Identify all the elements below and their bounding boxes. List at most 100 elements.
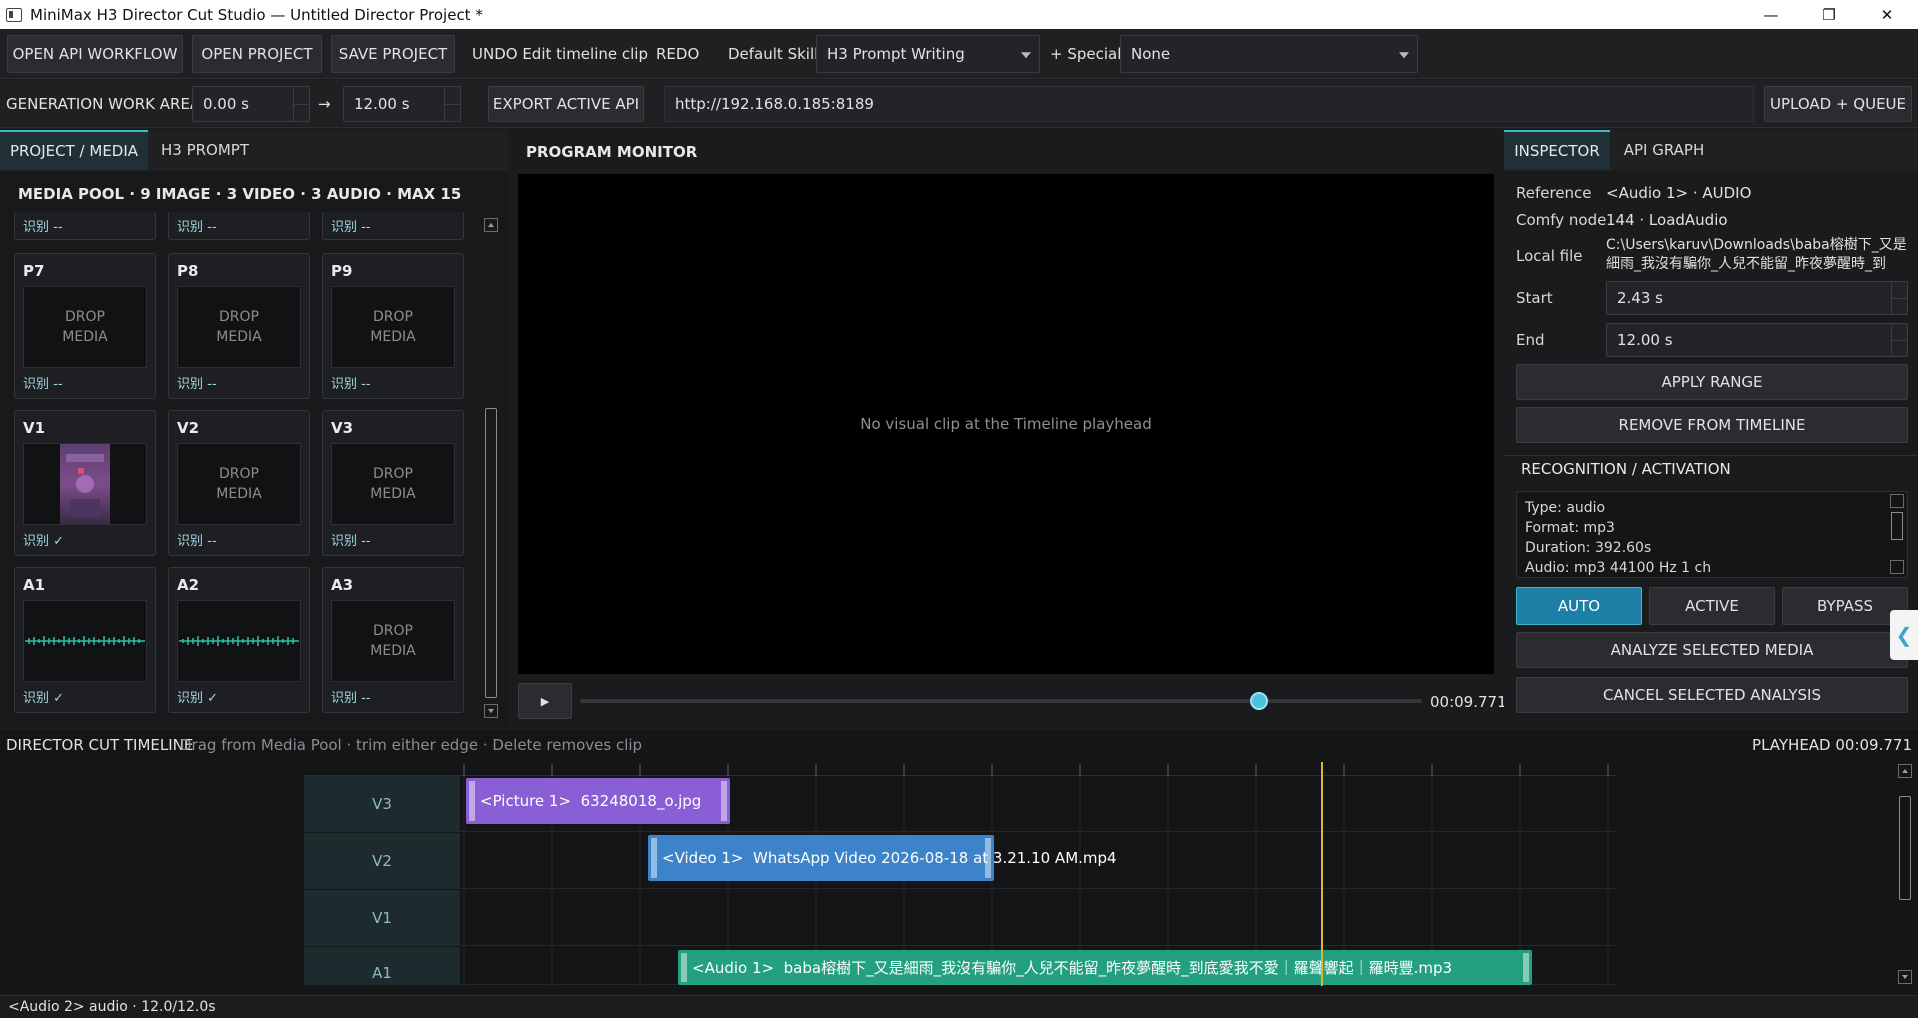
spin-buttons[interactable] [444, 87, 460, 121]
timeline-clip-video-1[interactable]: <Video 1> WhatsApp Video 2026-08-18 at 3… [648, 835, 1117, 881]
timeline-ruler[interactable] [304, 762, 1616, 776]
mode-active-button[interactable]: ACTIVE [1649, 587, 1775, 625]
track-header-v2[interactable]: V2 [304, 833, 460, 889]
media-pool-scrollbar[interactable] [484, 218, 498, 720]
monitor-timecode: 00:09.771 [1430, 693, 1507, 711]
trim-handle-right[interactable] [985, 838, 991, 878]
scroll-down-icon[interactable] [1890, 560, 1904, 574]
drop-zone[interactable]: DROP MEDIA [177, 443, 301, 525]
media-cell-p8[interactable]: P8 DROP MEDIA 识别 -- [168, 253, 310, 399]
media-cell-label: V1 [23, 419, 46, 437]
minimize-icon[interactable]: — [1742, 0, 1800, 29]
default-skill-label: Default Skill [728, 45, 819, 63]
track-header-v1[interactable]: V1 [304, 890, 460, 946]
timeline-playhead[interactable] [1321, 762, 1323, 986]
scroll-up-icon[interactable] [1898, 764, 1912, 778]
track-header-v3[interactable]: V3 [304, 776, 460, 832]
analyze-selected-media-button[interactable]: ANALYZE SELECTED MEDIA [1516, 632, 1908, 668]
collapse-panel-icon[interactable]: ❮ [1890, 610, 1918, 660]
range-start-input[interactable]: 2.43 s [1606, 281, 1908, 315]
tab-api-graph[interactable]: API GRAPH [1610, 130, 1718, 170]
monitor-scrub-track[interactable] [580, 692, 1422, 710]
media-cell-a1[interactable]: A1 识别 ✓ [14, 567, 156, 713]
monitor-viewport[interactable]: No visual clip at the Timeline playhead [518, 174, 1494, 674]
cancel-selected-analysis-button[interactable]: CANCEL SELECTED ANALYSIS [1516, 677, 1908, 713]
trim-handle-right[interactable] [1523, 953, 1529, 982]
work-area-start-input[interactable]: 0.00 s [192, 86, 310, 122]
media-cell-a3[interactable]: A3 DROP MEDIA 识别 -- [322, 567, 464, 713]
work-area-end-value: 12.00 s [354, 95, 410, 113]
trim-handle-left[interactable] [681, 953, 687, 982]
timeline-scrollbar[interactable] [1898, 764, 1912, 986]
export-active-api-button[interactable]: EXPORT ACTIVE API [488, 86, 644, 122]
media-cell-v3[interactable]: V3 DROP MEDIA 识别 -- [322, 410, 464, 556]
recognition-scrollbar[interactable] [1890, 494, 1904, 574]
redo-button[interactable]: REDO [656, 35, 699, 73]
tab-h3-prompt[interactable]: H3 PROMPT [148, 130, 262, 170]
open-api-workflow-button[interactable]: OPEN API WORKFLOW [7, 35, 183, 73]
timeline-clip-audio-1[interactable]: <Audio 1> baba榕樹下_又是細雨_我沒有騙你_人兒不能留_昨夜夢醒時… [678, 950, 1532, 985]
undo-button[interactable]: UNDO Edit timeline clip [472, 35, 648, 73]
clip-tag: <Audio 1> [692, 958, 775, 977]
special-select[interactable]: None [1120, 35, 1418, 73]
spin-buttons[interactable] [293, 87, 309, 121]
timeline-clip-picture-1[interactable]: <Picture 1> 63248018_o.jpg [466, 778, 730, 824]
save-project-button[interactable]: SAVE PROJECT [331, 35, 455, 73]
scroll-down-icon[interactable] [1898, 970, 1912, 984]
play-button[interactable]: ▶ [518, 683, 572, 719]
monitor-scrub-handle[interactable] [1249, 692, 1268, 710]
window-title: MiniMax H3 Director Cut Studio — Untitle… [30, 5, 483, 24]
close-icon[interactable]: ✕ [1858, 0, 1916, 29]
audio-waveform[interactable] [177, 600, 301, 682]
recognition-status: 识别 -- [177, 534, 217, 549]
special-value: None [1131, 45, 1171, 63]
maximize-icon[interactable]: ❐ [1800, 0, 1858, 29]
waveform-icon [179, 636, 299, 646]
recognition-title: RECOGNITION / ACTIVATION [1521, 460, 1731, 478]
upload-queue-button[interactable]: UPLOAD + QUEUE [1764, 86, 1912, 122]
server-url-input[interactable]: http://192.168.0.185:8189 [664, 86, 1754, 122]
title-bar: MiniMax H3 Director Cut Studio — Untitle… [0, 0, 1918, 29]
media-cell-p9[interactable]: P9 DROP MEDIA 识别 -- [322, 253, 464, 399]
tab-inspector[interactable]: INSPECTOR [1504, 130, 1610, 170]
media-cell-v2[interactable]: V2 DROP MEDIA 识别 -- [168, 410, 310, 556]
video-thumbnail[interactable] [23, 443, 147, 525]
scroll-thumb[interactable] [485, 408, 497, 698]
track-header-a1[interactable]: A1 [304, 947, 460, 985]
media-cell-partial[interactable]: 识别 -- [14, 212, 156, 240]
monitor-empty-message: No visual clip at the Timeline playhead [860, 415, 1152, 433]
remove-from-timeline-button[interactable]: REMOVE FROM TIMELINE [1516, 407, 1908, 443]
trim-handle-right[interactable] [721, 781, 727, 821]
apply-range-button[interactable]: APPLY RANGE [1516, 364, 1908, 400]
chevron-down-icon [1021, 52, 1031, 59]
trim-handle-left[interactable] [651, 838, 657, 878]
open-project-button[interactable]: OPEN PROJECT [192, 35, 322, 73]
status-bar [0, 995, 1918, 1018]
drop-zone[interactable]: DROP MEDIA [331, 286, 455, 368]
media-cell-partial[interactable]: 识别 -- [168, 212, 310, 240]
spin-buttons[interactable] [1891, 282, 1907, 314]
drop-zone[interactable]: DROP MEDIA [177, 286, 301, 368]
media-cell-a2[interactable]: A2 识别 ✓ [168, 567, 310, 713]
mode-auto-button[interactable]: AUTO [1516, 587, 1642, 625]
scroll-down-icon[interactable] [484, 704, 498, 718]
drop-zone[interactable]: DROP MEDIA [331, 443, 455, 525]
drop-zone[interactable]: DROP MEDIA [331, 600, 455, 682]
media-cell-partial[interactable]: 识别 -- [322, 212, 464, 240]
recognition-status: 识别 -- [23, 220, 63, 235]
drop-zone[interactable]: DROP MEDIA [23, 286, 147, 368]
tab-project-media[interactable]: PROJECT / MEDIA [0, 130, 148, 170]
program-monitor-title: PROGRAM MONITOR [526, 143, 698, 161]
default-skill-select[interactable]: H3 Prompt Writing [816, 35, 1040, 73]
media-cell-v1[interactable]: V1 识别 ✓ [14, 410, 156, 556]
spin-buttons[interactable] [1891, 324, 1907, 356]
scroll-up-icon[interactable] [1890, 494, 1904, 508]
scroll-thumb[interactable] [1899, 796, 1911, 900]
audio-waveform[interactable] [23, 600, 147, 682]
range-end-input[interactable]: 12.00 s [1606, 323, 1908, 357]
scroll-thumb[interactable] [1891, 512, 1903, 540]
trim-handle-left[interactable] [469, 781, 475, 821]
scroll-up-icon[interactable] [484, 218, 498, 232]
work-area-end-input[interactable]: 12.00 s [343, 86, 461, 122]
media-cell-p7[interactable]: P7 DROP MEDIA 识别 -- [14, 253, 156, 399]
